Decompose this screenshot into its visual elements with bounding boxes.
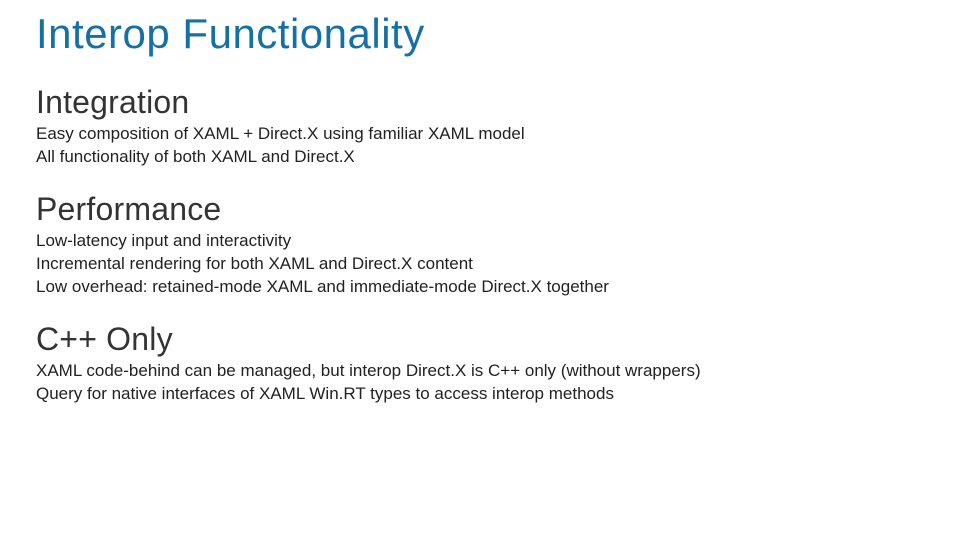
body-line: Low overhead: retained-mode XAML and imm…: [36, 276, 924, 299]
body-line: Easy composition of XAML + Direct.X usin…: [36, 123, 924, 146]
slide: Interop Functionality Integration Easy c…: [0, 0, 960, 540]
body-line: XAML code-behind can be managed, but int…: [36, 360, 924, 383]
section-heading-integration: Integration: [36, 84, 924, 121]
body-line: All functionality of both XAML and Direc…: [36, 146, 924, 169]
body-line: Incremental rendering for both XAML and …: [36, 253, 924, 276]
section-heading-performance: Performance: [36, 191, 924, 228]
section-heading-cpp-only: C++ Only: [36, 321, 924, 358]
slide-title: Interop Functionality: [36, 10, 924, 58]
body-line: Low-latency input and interactivity: [36, 230, 924, 253]
section-body-cpp-only: XAML code-behind can be managed, but int…: [36, 360, 924, 406]
section-body-performance: Low-latency input and interactivity Incr…: [36, 230, 924, 299]
body-line: Query for native interfaces of XAML Win.…: [36, 383, 924, 406]
section-body-integration: Easy composition of XAML + Direct.X usin…: [36, 123, 924, 169]
